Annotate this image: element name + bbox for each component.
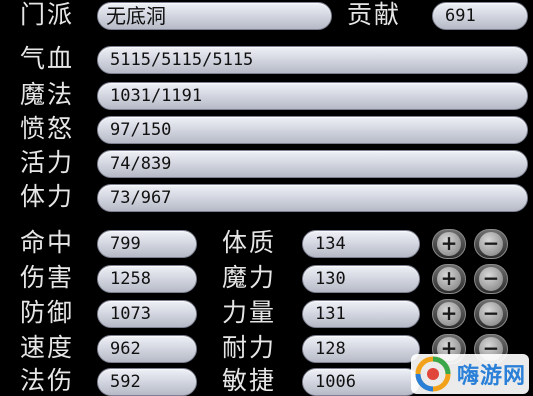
watermark: 嗨游网	[411, 354, 529, 394]
spell-damage-label: 法伤	[20, 366, 75, 395]
strength-label: 力量	[222, 298, 277, 327]
plus-icon: +	[437, 267, 461, 291]
hp-field: 5115/5115/5115	[97, 46, 528, 74]
hit-label: 命中	[20, 228, 75, 257]
endurance-label: 耐力	[222, 333, 277, 362]
sect-label: 门派	[20, 0, 75, 29]
rage-field: 97/150	[97, 116, 528, 144]
spell-damage-field: 592	[97, 368, 197, 396]
stamina-field: 73/967	[97, 184, 528, 212]
defense-field: 1073	[97, 300, 197, 328]
plus-icon: +	[437, 302, 461, 326]
agility-field: 1006	[302, 368, 420, 396]
plus-icon: +	[437, 232, 461, 256]
constitution-label: 体质	[222, 228, 277, 257]
constitution-plus-button[interactable]: +	[432, 229, 466, 259]
vitality-label: 活力	[20, 148, 75, 177]
constitution-field: 134	[302, 230, 420, 258]
minus-icon: −	[479, 302, 503, 326]
strength-field: 131	[302, 300, 420, 328]
contribution-field: 691	[432, 2, 528, 30]
endurance-field: 128	[302, 335, 420, 363]
speed-field: 962	[97, 335, 197, 363]
speed-label: 速度	[20, 333, 75, 362]
magic-power-plus-button[interactable]: +	[432, 264, 466, 294]
agility-label: 敏捷	[222, 366, 277, 395]
damage-field: 1258	[97, 265, 197, 293]
minus-icon: −	[479, 267, 503, 291]
damage-label: 伤害	[20, 263, 75, 292]
magic-power-minus-button[interactable]: −	[474, 264, 508, 294]
vitality-field: 74/839	[97, 150, 528, 178]
hit-field: 799	[97, 230, 197, 258]
strength-minus-button[interactable]: −	[474, 299, 508, 329]
mp-field: 1031/1191	[97, 82, 528, 110]
watermark-text: 嗨游网	[457, 364, 527, 389]
sect-field: 无底洞	[97, 2, 332, 30]
strength-plus-button[interactable]: +	[432, 299, 466, 329]
minus-icon: −	[479, 232, 503, 256]
magic-power-label: 魔力	[222, 263, 277, 292]
mp-label: 魔法	[20, 80, 75, 109]
defense-label: 防御	[20, 298, 75, 327]
hp-label: 气血	[20, 44, 75, 73]
site-logo-icon	[415, 356, 451, 392]
stamina-label: 体力	[20, 182, 75, 211]
contribution-label: 贡献	[347, 0, 402, 29]
constitution-minus-button[interactable]: −	[474, 229, 508, 259]
rage-label: 愤怒	[20, 114, 75, 143]
magic-power-field: 130	[302, 265, 420, 293]
